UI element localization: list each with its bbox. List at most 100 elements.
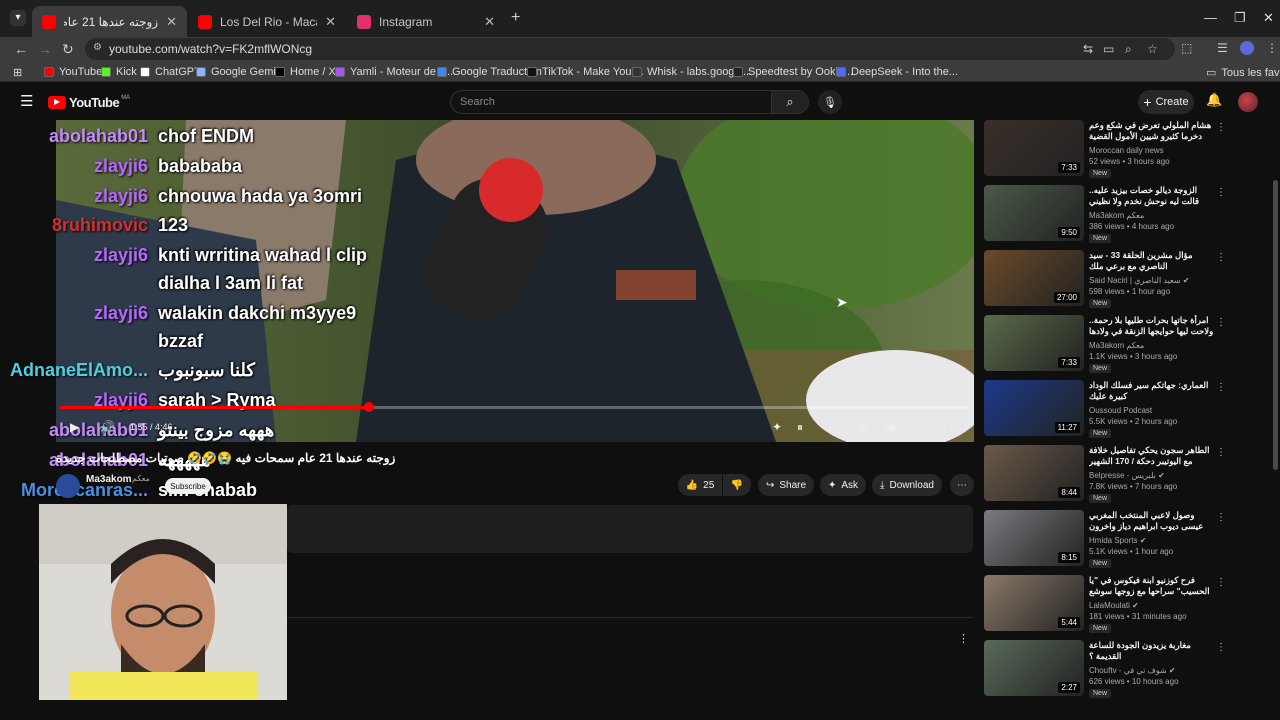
new-tab-button[interactable]: + [511,9,520,27]
recommended-title[interactable]: فرح كوزنيو ابنة فيكوس في "يا الحسيب" سرا… [1089,575,1214,597]
search-button[interactable]: ⌕ [771,90,809,114]
bookmark-item[interactable]: TikTok - Make Your... [527,66,644,78]
recommended-video[interactable]: 8:44 الطاهر سجون يحكي تفاصيل خلافة مع الي… [984,445,1234,507]
address-bar[interactable]: ⚙ youtube.com/watch?v=FK2mflWONcg ⇆ ▭ ⌕ … [85,38,1175,60]
subscribe-button[interactable]: Subscribe [165,478,211,494]
more-options-icon[interactable]: ⋮ [1216,642,1226,653]
bookmark-item[interactable]: Google Gemini [196,66,284,78]
recommended-channel[interactable]: Belpresse - بلبريس ✔ [1089,471,1165,480]
video-thumbnail[interactable]: 27:00 [984,250,1084,306]
cast-icon[interactable]: ▭ [1103,42,1114,56]
more-options-icon[interactable]: ⋮ [1216,382,1226,393]
close-tab-icon[interactable]: ✕ [484,14,495,30]
comment-more-icon[interactable]: ⋮ [958,632,969,645]
video-thumbnail[interactable]: 7:33 [984,120,1084,176]
site-info-icon[interactable]: ⚙ [93,42,102,53]
extensions-icon[interactable]: ⬚ [1181,41,1192,55]
recommended-video[interactable]: 11:27 العماري: جهاتكم سير فسلك الوداد كبي… [984,380,1234,442]
profile-avatar[interactable] [1240,41,1254,55]
video-thumbnail[interactable]: 11:27 [984,380,1084,436]
video-thumbnail[interactable]: 8:44 [984,445,1084,501]
notifications-bell-icon[interactable]: 🔔 [1206,92,1222,108]
close-tab-icon[interactable]: ✕ [166,14,177,30]
recommended-video[interactable]: 9:50 الزوجة ديالو خصات بيزيد عليه.. قالت … [984,185,1234,247]
page-scrollbar[interactable] [1273,180,1278,470]
more-options-icon[interactable]: ⋮ [1216,187,1226,198]
translate-icon[interactable]: ⇆ [1083,42,1093,56]
sparkle-icon[interactable]: ✦ [772,420,782,434]
recommended-video[interactable]: 8:15 وصول لاعبي المنتخب المغربي عيسى ديوب… [984,510,1234,572]
back-icon[interactable]: ← [14,41,28,57]
video-thumbnail[interactable]: 5:44 [984,575,1084,631]
share-button[interactable]: ↪ Share [758,474,814,496]
bookmark-item[interactable]: YouTube [44,66,102,78]
restore-icon[interactable]: ❐ [1234,10,1246,26]
more-options-icon[interactable]: ⋮ [1216,447,1226,458]
volume-icon[interactable]: 🔊 [100,420,115,434]
miniplayer-icon[interactable]: ▣ [886,420,897,434]
apps-grid-icon[interactable]: ⊞ [13,66,22,79]
pause-icon[interactable]: ⏸ [797,420,803,435]
more-options-icon[interactable]: ⋮ [1216,577,1226,588]
more-options-icon[interactable]: ⋮ [1216,512,1226,523]
more-options-icon[interactable]: ⋮ [1216,122,1226,133]
search-input[interactable]: Search [450,90,772,114]
bookmark-item[interactable]: DeepSeek - Into the... [836,66,958,78]
recommended-video[interactable]: 27:00 مؤال مشرين الحلقة 33 - سيد الناصري … [984,250,1234,312]
zoom-icon[interactable]: ⌕ [1125,42,1132,57]
reload-icon[interactable]: ↻ [62,41,74,58]
create-button[interactable]: + Create [1138,90,1194,114]
recommended-title[interactable]: مغاربة يزيدون الجودة للساعة القديمة ؟ [1089,640,1214,662]
bookmark-star-icon[interactable]: ☆ [1147,42,1158,56]
youtube-logo[interactable]: YouTube MA [48,95,130,110]
recommended-video[interactable]: 2:27 مغاربة يزيدون الجودة للساعة القديمة … [984,640,1234,702]
play-icon[interactable]: ▶ [70,420,79,434]
close-tab-icon[interactable]: ✕ [325,14,336,30]
recommended-channel[interactable]: Said Naciri | سعيد الناصري ✔ [1089,276,1190,285]
video-thumbnail[interactable]: 2:27 [984,640,1084,696]
settings-gear-icon[interactable]: ⚙ [858,420,869,434]
dislike-button[interactable]: 👎 [723,474,751,496]
tab-search-button[interactable]: ▾ [10,10,26,26]
recommended-channel[interactable]: LalaMoulati ✔ [1089,601,1139,610]
recommended-channel[interactable]: Ma3akom معكم [1089,341,1144,350]
recommended-title[interactable]: وصول لاعبي المنتخب المغربي عيسى ديوب ابر… [1089,510,1214,532]
recommended-title[interactable]: هشام الملولي تعرض في شكع وعم دخرما كثيرو… [1089,120,1214,142]
voice-search-button[interactable]: 🎙 [818,90,842,114]
recommended-channel[interactable]: Oussoud Podcast [1089,406,1152,415]
video-thumbnail[interactable]: 7:33 [984,315,1084,371]
recommended-title[interactable]: العماري: جهاتكم سير فسلك الوداد كبيرة عل… [1089,380,1214,402]
recommended-title[interactable]: الطاهر سجون يحكي تفاصيل خلافة مع اليوتيب… [1089,445,1214,467]
recommended-title[interactable]: الزوجة ديالو خصات بيزيد عليه.. قالت ليه … [1089,185,1214,207]
video-progress-bar[interactable] [60,402,968,412]
more-options-icon[interactable]: ⋮ [1216,317,1226,328]
recommended-video[interactable]: 7:33 امرأة جاتها بحرات طليها بلا رحمة.. و… [984,315,1234,377]
channel-avatar[interactable] [1238,92,1258,112]
theater-mode-icon[interactable]: ▭ [915,420,926,434]
recommended-video[interactable]: 7:33 هشام الملولي تعرض في شكع وعم دخرما ك… [984,120,1234,182]
bookmark-item[interactable]: Kick [101,66,137,78]
video-thumbnail[interactable]: 9:50 [984,185,1084,241]
recommended-channel[interactable]: Hmida Sports ✔ [1089,536,1146,545]
browser-tab[interactable]: Los Del Rio - Macarena (Baysid ✕ [188,6,346,37]
like-button[interactable]: 👍 25 [678,474,722,496]
recommended-video[interactable]: 5:44 فرح كوزنيو ابنة فيكوس في "يا الحسيب"… [984,575,1234,637]
recommended-channel[interactable]: Moroccan daily news [1089,146,1164,155]
recommended-channel[interactable]: Chouftv - شوف تي في ✔ [1089,666,1176,675]
ask-button[interactable]: ✦ Ask [820,474,866,496]
recommended-title[interactable]: امرأة جاتها بحرات طليها بلا رحمة.. ولاحت… [1089,315,1214,337]
close-window-icon[interactable]: ✕ [1263,10,1274,26]
recommended-channel[interactable]: Ma3akom معكم [1089,211,1144,220]
more-options-icon[interactable]: ⋮ [1216,252,1226,263]
more-actions-button[interactable]: ⋯ [950,474,974,496]
forward-icon[interactable]: → [38,41,52,57]
progress-scrubber[interactable] [363,402,374,412]
browser-tab-active[interactable]: زوجته عندها 21 عام سمحات فيه ✕ [32,6,187,37]
minimize-icon[interactable]: — [1204,10,1217,25]
description-box[interactable] [287,505,973,553]
bookmark-item[interactable]: ChatGPT [140,66,201,78]
download-button[interactable]: ⤓ Download [872,474,942,496]
fullscreen-icon[interactable]: ⛶ [944,420,952,435]
all-bookmarks-folder[interactable]: ▭ Tous les favoris [1206,66,1280,80]
recommended-title[interactable]: مؤال مشرين الحلقة 33 - سيد الناصري مع بر… [1089,250,1214,272]
